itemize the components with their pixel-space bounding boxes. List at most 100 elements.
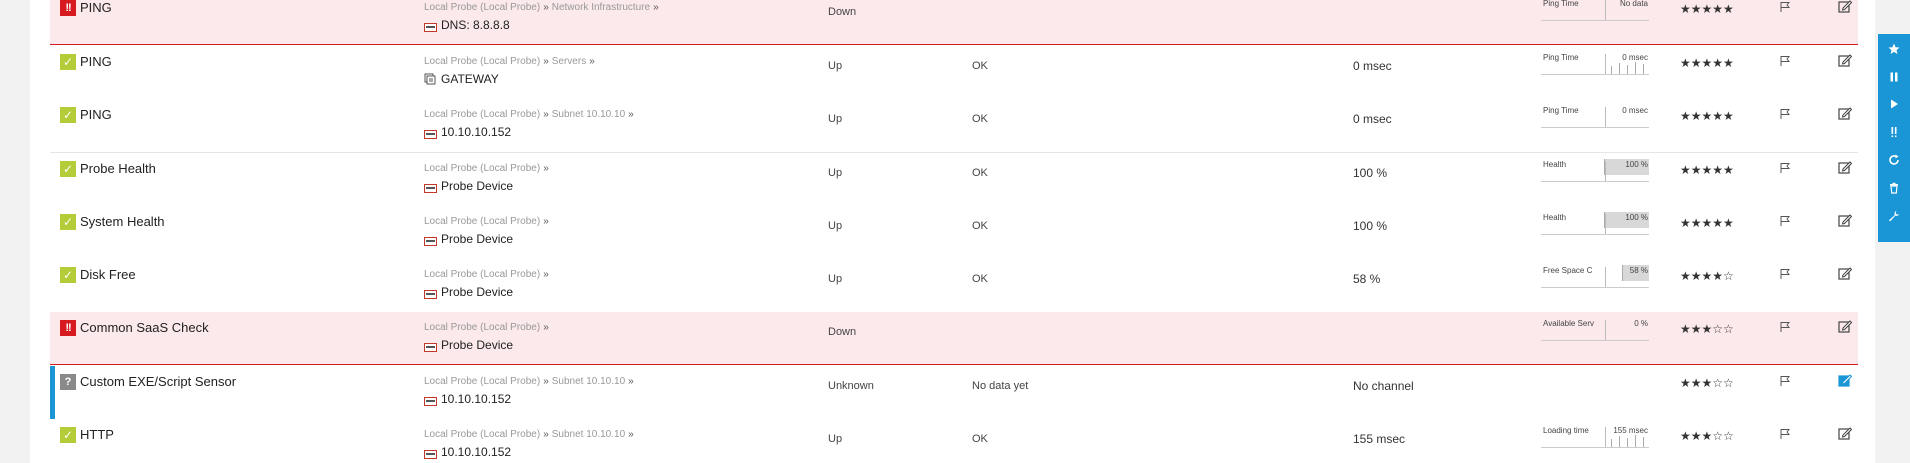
device-link[interactable]: Probe Device [424, 338, 513, 352]
device-link[interactable]: DNS: 8.8.8.8 [424, 18, 510, 32]
sensor-name-link[interactable]: Disk Free [80, 267, 136, 282]
priority-stars[interactable]: ★★★★★ [1680, 2, 1734, 16]
status-text: Up [828, 60, 843, 72]
breadcrumb: Local Probe (Local Probe)» Subnet 10.10.1… [424, 376, 637, 387]
priority-stars[interactable]: ★★★★★ [1680, 56, 1734, 70]
breadcrumb-link[interactable]: Subnet 10.10.10 [552, 109, 625, 120]
table-row[interactable]: ✓ PING Local Probe (Local Probe)» Servers» G… [50, 46, 1858, 100]
breadcrumb-separator: » [543, 376, 549, 387]
device-link[interactable]: GATEWAY [424, 72, 499, 86]
device-link[interactable]: Probe Device [424, 285, 513, 299]
breadcrumb-link[interactable]: Local Probe (Local Probe) [424, 269, 540, 280]
sensor-name-link[interactable]: Probe Health [80, 161, 156, 176]
mini-graph-divider [1605, 0, 1606, 20]
sensor-name-link[interactable]: Custom EXE/Script Sensor [80, 374, 236, 389]
breadcrumb-link[interactable]: Local Probe (Local Probe) [424, 109, 540, 120]
trash-button[interactable] [1878, 175, 1910, 201]
acknowledge-button[interactable] [1878, 119, 1910, 145]
mini-graph[interactable]: Loading time 155 msec [1541, 425, 1649, 448]
flag-icon[interactable] [1779, 267, 1791, 279]
edit-icon[interactable] [1838, 107, 1853, 121]
breadcrumb-link[interactable]: Servers [552, 56, 586, 67]
mini-graph[interactable]: Ping Time 0 msec [1541, 105, 1649, 128]
wrench-button[interactable] [1878, 203, 1910, 229]
edit-icon-active[interactable] [1838, 374, 1853, 388]
breadcrumb-link[interactable]: Local Probe (Local Probe) [424, 216, 540, 227]
breadcrumb-link[interactable]: Local Probe (Local Probe) [424, 429, 540, 440]
flag-icon[interactable] [1779, 107, 1791, 119]
priority-stars[interactable]: ★★★★★ [1680, 163, 1734, 177]
star-button[interactable] [1878, 36, 1910, 62]
table-row[interactable]: !! Common SaaS Check Local Probe (Local Pr… [50, 312, 1858, 365]
flag-icon[interactable] [1779, 161, 1791, 173]
message-text: OK [972, 220, 988, 232]
edit-icon[interactable] [1838, 54, 1853, 68]
last-value: 155 msec [1353, 432, 1406, 446]
play-button[interactable] [1878, 91, 1910, 117]
priority-stars[interactable]: ★★★☆☆ [1680, 322, 1734, 336]
priority-stars[interactable]: ★★★☆☆ [1680, 376, 1734, 390]
mini-graph[interactable]: Available Serv 0 % [1541, 318, 1649, 341]
priority-stars[interactable]: ★★★★★ [1680, 216, 1734, 230]
table-row[interactable]: ✓ Probe Health Local Probe (Local Probe)» P… [50, 153, 1858, 207]
priority-stars[interactable]: ★★★★☆ [1680, 269, 1734, 283]
mini-graph-divider [1605, 107, 1606, 127]
mini-graph-label: Ping Time [1543, 0, 1579, 8]
breadcrumb-link[interactable]: Subnet 10.10.10 [552, 376, 625, 387]
edit-icon[interactable] [1838, 214, 1853, 228]
device-name: Probe Device [441, 285, 514, 299]
flag-icon[interactable] [1779, 214, 1791, 226]
message-text: OK [972, 167, 988, 179]
message-text: OK [972, 60, 988, 72]
sensor-name-link[interactable]: PING [80, 0, 112, 15]
edit-icon[interactable] [1838, 161, 1853, 175]
breadcrumb-link[interactable]: Local Probe (Local Probe) [424, 163, 540, 174]
breadcrumb-link[interactable]: Subnet 10.10.10 [552, 429, 625, 440]
sensor-name-link[interactable]: Common SaaS Check [80, 320, 209, 335]
acknowledge-icon [1888, 126, 1900, 138]
flag-icon[interactable] [1779, 374, 1791, 386]
edit-icon[interactable] [1838, 0, 1853, 14]
device-name: 10.10.10.152 [441, 392, 512, 406]
device-link[interactable]: 10.10.10.152 [424, 392, 511, 406]
sensor-name-link[interactable]: HTTP [80, 427, 114, 442]
flag-icon[interactable] [1779, 0, 1791, 12]
flag-icon[interactable] [1779, 54, 1791, 66]
mini-graph-label: Health [1543, 160, 1567, 169]
sensor-name-link[interactable]: PING [80, 54, 112, 69]
table-row[interactable]: ✓ System Health Local Probe (Local Probe)»… [50, 206, 1858, 260]
device-link[interactable]: 10.10.10.152 [424, 125, 511, 139]
breadcrumb-link[interactable]: Local Probe (Local Probe) [424, 322, 540, 333]
table-row[interactable]: ✓ Disk Free Local Probe (Local Probe)» Prob… [50, 259, 1858, 313]
device-link[interactable]: Probe Device [424, 179, 513, 193]
sensor-name-link[interactable]: System Health [80, 214, 165, 229]
flag-icon[interactable] [1779, 320, 1791, 332]
sensor-name-link[interactable]: PING [80, 107, 112, 122]
mini-graph-value: 100 % [1625, 213, 1648, 222]
table-row[interactable]: !! PING Local Probe (Local Probe)» Network … [50, 0, 1858, 45]
priority-stars[interactable]: ★★★☆☆ [1680, 429, 1734, 443]
mini-graph[interactable]: Free Space C 58 % [1541, 265, 1649, 288]
breadcrumb-link[interactable]: Local Probe (Local Probe) [424, 376, 540, 387]
edit-icon[interactable] [1838, 427, 1853, 441]
breadcrumb-link[interactable]: Network Infrastructure [552, 2, 650, 13]
status-text: Up [828, 273, 843, 285]
device-link[interactable]: Probe Device [424, 232, 513, 246]
table-row[interactable]: ✓ PING Local Probe (Local Probe)» Subnet 10… [50, 99, 1858, 153]
pause-button[interactable] [1878, 64, 1910, 90]
breadcrumb-link[interactable]: Local Probe (Local Probe) [424, 56, 540, 67]
mini-graph[interactable]: Ping Time 0 msec [1541, 52, 1649, 75]
refresh-button[interactable] [1878, 147, 1910, 173]
table-row[interactable]: ? Custom EXE/Script Sensor Local Probe (Lo… [50, 366, 1858, 420]
mini-graph[interactable]: Health 100 % [1541, 212, 1649, 235]
table-row[interactable]: ✓ HTTP Local Probe (Local Probe)» Subnet 10… [50, 419, 1858, 463]
breadcrumb-link[interactable]: Local Probe (Local Probe) [424, 2, 540, 13]
device-link[interactable]: 10.10.10.152 [424, 445, 511, 459]
breadcrumb: Local Probe (Local Probe)» Network Infras… [424, 2, 662, 13]
flag-icon[interactable] [1779, 427, 1791, 439]
edit-icon[interactable] [1838, 320, 1853, 334]
priority-stars[interactable]: ★★★★★ [1680, 109, 1734, 123]
edit-icon[interactable] [1838, 267, 1853, 281]
mini-graph[interactable]: Ping Time No data [1541, 0, 1649, 21]
mini-graph[interactable]: Health 100 % [1541, 159, 1649, 182]
